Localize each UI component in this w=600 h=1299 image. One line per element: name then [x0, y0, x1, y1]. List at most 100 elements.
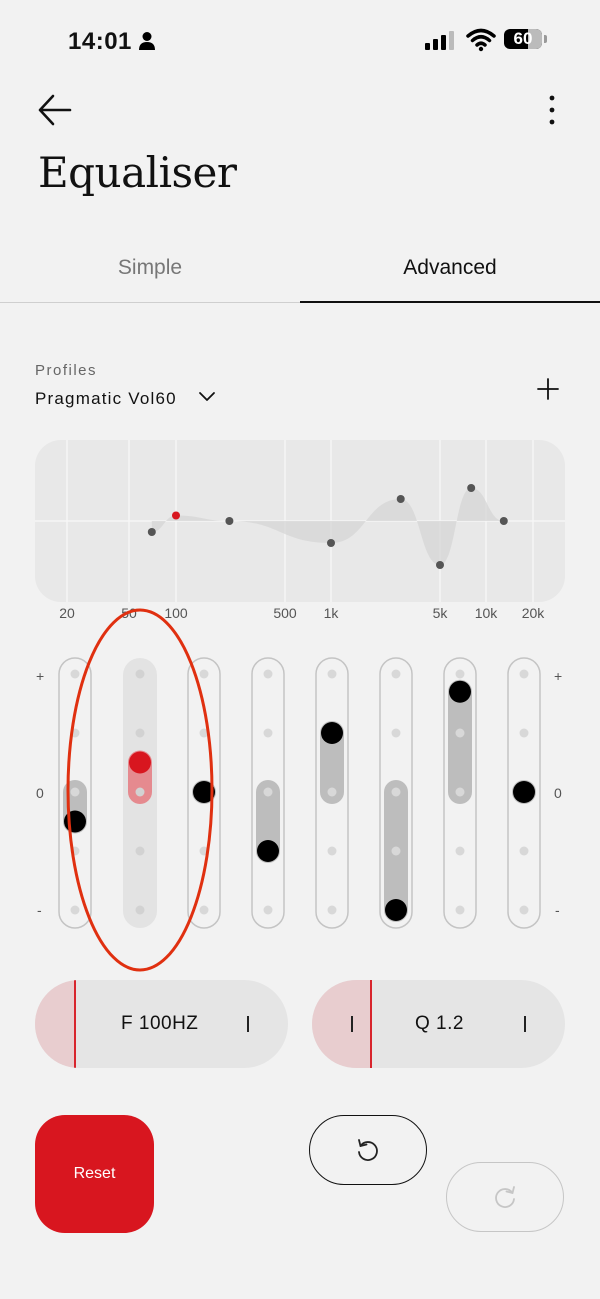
- q-control[interactable]: Q 1.2: [312, 980, 565, 1068]
- slider-dot: [519, 846, 529, 856]
- slider-dot: [135, 905, 145, 915]
- slider-dot: [70, 669, 80, 679]
- redo-button[interactable]: [446, 1162, 564, 1232]
- more-options-icon[interactable]: [540, 92, 564, 128]
- slider-knob: [257, 840, 279, 862]
- band-slider[interactable]: [507, 657, 541, 929]
- slider-dot: [135, 669, 145, 679]
- frequency-marker[interactable]: [74, 980, 76, 1068]
- slider-dot: [263, 669, 273, 679]
- slider-dot: [519, 669, 529, 679]
- band-slider[interactable]: [443, 657, 477, 929]
- frequency-control[interactable]: F 100HZ: [35, 980, 288, 1068]
- profile-selector[interactable]: Pragmatic Vol60: [35, 389, 177, 409]
- q-value: Q 1.2: [415, 1013, 464, 1034]
- reset-button[interactable]: Reset: [35, 1115, 154, 1233]
- wifi-icon: [466, 28, 496, 52]
- slider-dot: [455, 846, 465, 856]
- battery-level: 60: [513, 29, 533, 48]
- slider-dot: [391, 846, 401, 856]
- freq-label: 10k: [474, 605, 498, 621]
- graph-band-point: [147, 528, 156, 536]
- band-slider-selected[interactable]: [123, 658, 157, 928]
- slider-dot: [199, 669, 209, 679]
- slider-dot: [70, 787, 80, 797]
- tab-simple[interactable]: Simple: [0, 256, 300, 280]
- slider-dot: [455, 787, 465, 797]
- slider-dot: [327, 905, 337, 915]
- slider-dot: [391, 728, 401, 738]
- chevron-down-icon[interactable]: [198, 390, 216, 404]
- slider-dot: [391, 787, 401, 797]
- slider-knob: [321, 722, 343, 744]
- slider-dot: [263, 728, 273, 738]
- undo-icon: [358, 1139, 378, 1161]
- slider-knob: [513, 781, 535, 803]
- status-time: 14:01: [68, 28, 132, 55]
- slider-dot: [455, 728, 465, 738]
- graph-response-area: [151, 488, 504, 565]
- slider-knob: [64, 810, 86, 833]
- slider-dot: [135, 728, 145, 738]
- freq-label: 20k: [521, 605, 545, 621]
- freq-label: 50: [121, 605, 137, 621]
- freq-label: 20: [59, 605, 75, 621]
- add-profile-icon[interactable]: [536, 377, 560, 401]
- q-tick-right: [524, 1016, 526, 1032]
- slider-dot: [199, 846, 209, 856]
- slider-dot: [327, 669, 337, 679]
- graph-band-point: [467, 484, 476, 492]
- slider-dot: [391, 669, 401, 679]
- page-title: Equaliser: [38, 148, 237, 197]
- q-marker[interactable]: [370, 980, 372, 1068]
- slider-knob: [449, 680, 471, 703]
- band-sliders[interactable]: [0, 650, 600, 940]
- frequency-tick: [247, 1016, 249, 1032]
- person-icon: [139, 32, 155, 50]
- q-fill: [312, 980, 371, 1068]
- slider-dot: [199, 905, 209, 915]
- band-slider[interactable]: [251, 657, 285, 929]
- battery-indicator: 60: [504, 29, 548, 51]
- undo-button[interactable]: [309, 1115, 427, 1185]
- graph-band-point-selected: [172, 511, 180, 520]
- freq-label: 1k: [323, 605, 339, 621]
- frequency-fill: [35, 980, 75, 1068]
- slider-dot: [327, 787, 337, 797]
- freq-label: 500: [273, 605, 297, 621]
- frequency-value: F 100HZ: [121, 1013, 199, 1034]
- graph-band-point: [327, 539, 335, 547]
- back-arrow-icon[interactable]: [36, 92, 74, 128]
- graph-band-point: [225, 517, 234, 525]
- slider-dot: [135, 787, 145, 797]
- slider-dot: [199, 728, 209, 738]
- eq-response-graph[interactable]: [35, 440, 565, 602]
- slider-dot: [519, 905, 529, 915]
- tab-active-indicator: [300, 301, 600, 303]
- slider-dot: [455, 669, 465, 679]
- slider-dot: [519, 728, 529, 738]
- slider-dot: [70, 728, 80, 738]
- graph-band-point: [396, 495, 405, 503]
- slider-dot: [135, 846, 145, 856]
- band-slider[interactable]: [315, 657, 349, 929]
- slider-dot: [455, 905, 465, 915]
- redo-icon: [495, 1186, 515, 1208]
- slider-dot: [263, 787, 273, 797]
- slider-knob: [385, 899, 407, 921]
- graph-band-point: [499, 517, 508, 525]
- slider-knob: [193, 781, 215, 803]
- freq-label: 100: [164, 605, 188, 621]
- tab-advanced[interactable]: Advanced: [300, 256, 600, 280]
- band-slider[interactable]: [379, 657, 413, 929]
- graph-band-point: [436, 561, 444, 569]
- freq-label: 5k: [432, 605, 448, 621]
- slider-dot: [327, 846, 337, 856]
- band-slider[interactable]: [187, 657, 221, 929]
- slider-dot: [70, 905, 80, 915]
- profiles-label: Profiles: [35, 362, 98, 379]
- slider-knob: [129, 751, 151, 774]
- slider-dot: [70, 846, 80, 856]
- eq-graph-canvas: [35, 440, 565, 602]
- band-slider[interactable]: [58, 657, 92, 929]
